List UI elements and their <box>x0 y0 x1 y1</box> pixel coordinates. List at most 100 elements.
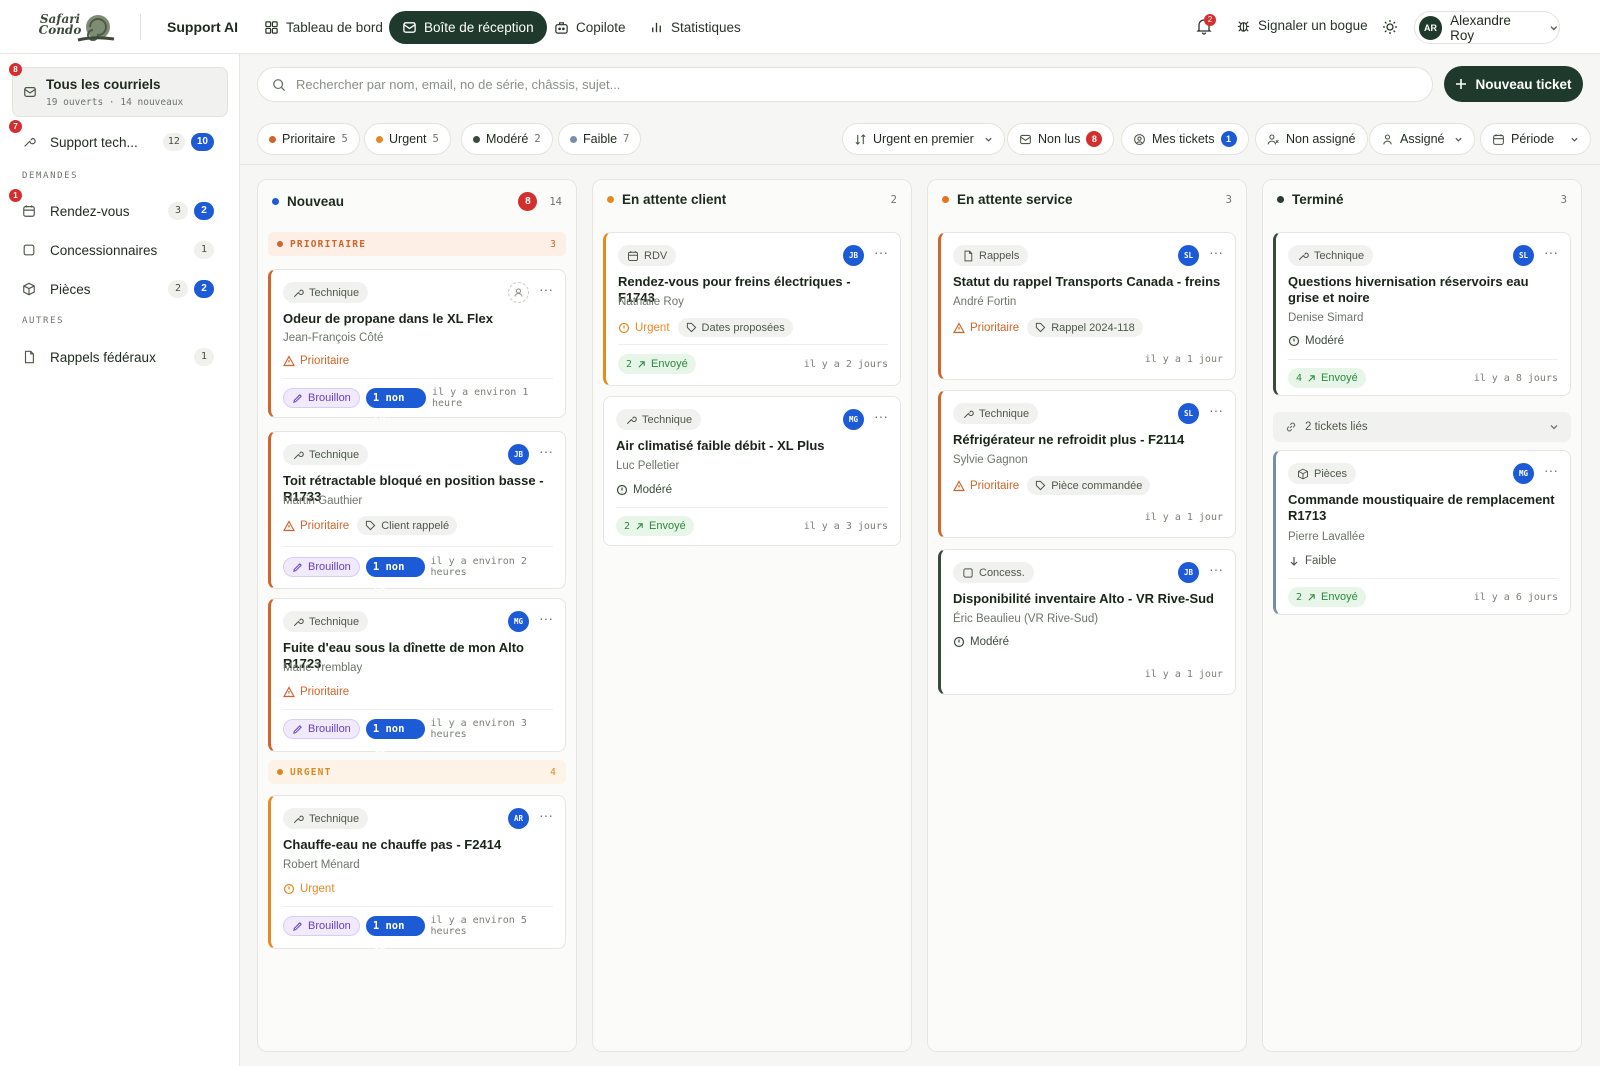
more-options-icon[interactable]: ··· <box>1544 463 1558 477</box>
ticket-card[interactable]: Technique JB ··· Toit rétractable bloqué… <box>268 431 566 593</box>
filter-prioritaire[interactable]: Prioritaire 5 <box>257 123 360 155</box>
assignee-avatar[interactable]: SL <box>1178 245 1199 266</box>
more-options-icon[interactable]: ··· <box>539 444 553 458</box>
linked-tickets-toggle[interactable]: 2 tickets liés <box>1273 412 1571 442</box>
more-options-icon[interactable]: ··· <box>539 611 553 625</box>
assignee-avatar[interactable]: JB <box>1178 562 1199 583</box>
safari-condo-logo[interactable]: Safari Condo <box>38 10 116 44</box>
filters-divider <box>240 164 1600 165</box>
report-bug-button[interactable]: Signaler un bogue <box>1236 18 1368 33</box>
filter-unassigned[interactable]: Non assigné <box>1255 123 1368 155</box>
user-x-icon <box>1267 134 1279 144</box>
new-ticket-button[interactable]: Nouveau ticket <box>1444 66 1583 102</box>
ticket-card[interactable]: Concess. JB ··· Disponibilité inventaire… <box>938 549 1236 695</box>
search-input[interactable] <box>296 77 1396 92</box>
more-options-icon[interactable]: ··· <box>1209 403 1223 417</box>
column-title: Terminé <box>1292 192 1344 207</box>
more-options-icon[interactable]: ··· <box>1209 245 1223 259</box>
filter-period[interactable]: Période <box>1480 123 1592 155</box>
customer-name: Éric Beaulieu (VR Rive-Sud) <box>953 613 1099 625</box>
nav-inbox[interactable]: Boîte de réception <box>389 11 547 44</box>
assignee-avatar[interactable]: JB <box>508 444 529 465</box>
tag-icon <box>1036 480 1046 491</box>
ticket-card[interactable]: Technique SL ··· Questions hivernisation… <box>1273 232 1571 396</box>
appointments-count: 3 <box>168 202 188 220</box>
sent-count: 4 <box>1296 372 1303 384</box>
ticket-time: il y a 6 jours <box>1473 591 1558 603</box>
status-tag-label: Client rappelé <box>381 519 450 532</box>
theme-toggle[interactable] <box>1382 19 1398 35</box>
draft-badge[interactable]: Brouillon <box>283 388 360 408</box>
ticket-card[interactable]: Technique MG ··· Air climatisé faible dé… <box>603 396 901 546</box>
category-tag: Technique <box>1288 245 1374 266</box>
filter-urgent-count: 5 <box>432 133 439 145</box>
more-options-icon[interactable]: ··· <box>539 808 553 822</box>
filter-my-tickets[interactable]: Mes tickets 1 <box>1121 123 1249 155</box>
category-tag: Technique <box>953 403 1039 424</box>
ticket-card[interactable]: Technique SL ··· Réfrigérateur ne refroi… <box>938 390 1236 538</box>
more-options-icon[interactable]: ··· <box>1209 562 1223 576</box>
filter-faible[interactable]: Faible 7 <box>558 123 642 155</box>
assign-button[interactable] <box>508 282 529 303</box>
assignee-avatar[interactable]: SL <box>1513 245 1534 266</box>
more-options-icon[interactable]: ··· <box>539 282 553 296</box>
sort-dropdown[interactable]: Urgent en premier <box>842 123 1005 155</box>
more-options-icon[interactable]: ··· <box>874 245 888 259</box>
ticket-card[interactable]: Technique ··· Odeur de propane dans le X… <box>268 269 566 424</box>
draft-label: Brouillon <box>308 561 351 573</box>
more-options-icon[interactable]: ··· <box>874 409 888 423</box>
status-dot <box>1277 196 1284 203</box>
nav-dashboard[interactable]: Tableau de bord <box>251 11 396 44</box>
group-urgent[interactable]: URGENT 4 <box>268 760 566 784</box>
filter-urgent[interactable]: Urgent 5 <box>364 123 451 155</box>
sidebar-item-federal-recalls[interactable]: Rappels fédéraux 1 <box>12 344 228 370</box>
notifications-button[interactable]: 2 <box>1196 14 1216 35</box>
sidebar-item-all-mail[interactable]: Tous les courriels 19 ouverts · 14 nouve… <box>12 67 228 117</box>
filter-assigned[interactable]: Assigné <box>1369 123 1476 155</box>
assignee-avatar[interactable]: JB <box>843 245 864 266</box>
ticket-card[interactable]: Technique AR ··· Chauffe-eau ne chauffe … <box>268 795 566 952</box>
calendar-icon <box>628 250 638 261</box>
group-prioritaire[interactable]: PRIORITAIRE 3 <box>268 232 566 256</box>
assignee-avatar[interactable]: SL <box>1178 403 1199 424</box>
status-tag-label: Rappel 2024-118 <box>1051 321 1135 334</box>
ticket-card[interactable]: Rappels SL ··· Statut du rappel Transpor… <box>938 232 1236 380</box>
sidebar-item-support[interactable]: Support tech... 12 10 <box>12 129 228 155</box>
ticket-time: il y a environ 5 heures <box>430 915 527 937</box>
dealers-label: Concessionnaires <box>50 242 158 258</box>
ticket-title: Chauffe-eau ne chauffe pas - F2414 <box>283 837 502 852</box>
draft-badge[interactable]: Brouillon <box>283 719 360 739</box>
group-count: 3 <box>550 238 557 250</box>
assignee-avatar[interactable]: MG <box>508 611 529 632</box>
nav-statistics[interactable]: Statistiques <box>636 11 754 44</box>
divider <box>616 507 888 508</box>
filter-modere[interactable]: Modéré 2 <box>461 123 553 155</box>
search-bar[interactable] <box>257 67 1433 102</box>
draft-badge[interactable]: Brouillon <box>283 557 360 577</box>
sidebar-item-appointments[interactable]: Rendez-vous 32 <box>12 198 228 224</box>
draft-badge[interactable]: Brouillon <box>283 916 360 936</box>
category-label: Technique <box>979 407 1030 420</box>
assignee-avatar[interactable]: MG <box>1513 463 1534 484</box>
ticket-card[interactable]: Pièces MG ··· Commande moustiquaire de r… <box>1273 450 1571 615</box>
user-menu[interactable]: AR Alexandre Roy <box>1414 11 1560 44</box>
ticket-card[interactable]: Technique MG ··· Fuite d'eau sous la dîn… <box>268 598 566 755</box>
divider <box>283 546 553 547</box>
dashboard-icon <box>265 21 278 34</box>
sidebar-item-dealers[interactable]: Concessionnaires 1 <box>12 237 228 263</box>
assignee-avatar[interactable]: MG <box>843 409 864 430</box>
more-options-icon[interactable]: ··· <box>1544 245 1558 259</box>
category-label: Rappels <box>979 249 1020 262</box>
ticket-time: il y a 3 jours <box>803 520 888 532</box>
ticket-card[interactable]: RDV JB ··· Rendez-vous pour freins élect… <box>603 232 901 386</box>
assignee-avatar[interactable]: AR <box>508 808 529 829</box>
priority-row: Modéré <box>953 636 1009 648</box>
filter-unread[interactable]: Non lus 8 <box>1007 123 1115 155</box>
priority-text: Modéré <box>970 636 1009 648</box>
nav-copilot[interactable]: Copilote <box>541 11 639 44</box>
divider <box>618 344 888 345</box>
status-tag: Dates proposées <box>677 318 793 337</box>
nav-statistics-label: Statistiques <box>671 20 741 35</box>
category-tag: Technique <box>283 611 369 632</box>
sidebar-item-parts[interactable]: Pièces 22 <box>12 276 228 302</box>
